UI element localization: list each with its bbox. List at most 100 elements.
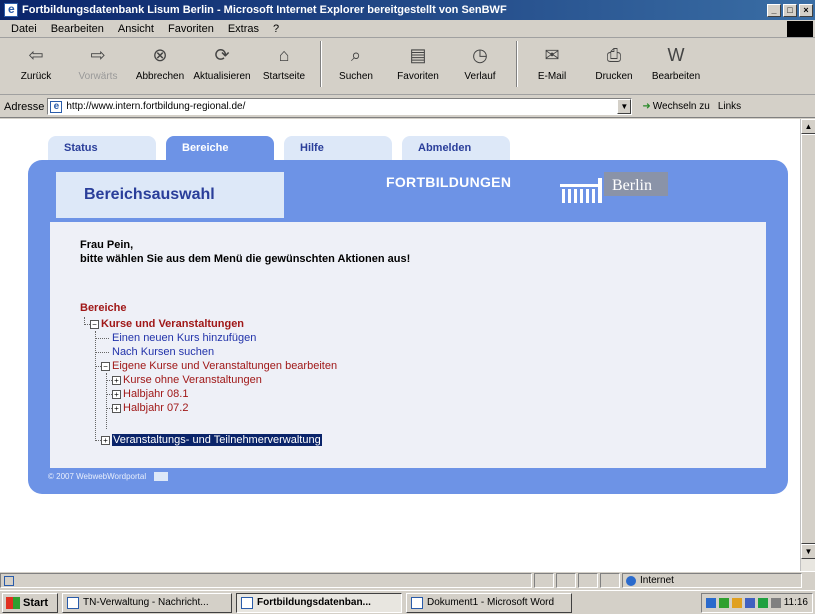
menu-bearbeiten[interactable]: Bearbeiten [44, 23, 111, 35]
address-label: Adresse [4, 100, 45, 113]
tree-line [95, 338, 109, 339]
close-button[interactable]: × [799, 3, 813, 17]
greeting-instruction: bitte wählen Sie aus dem Menü die gewüns… [80, 253, 411, 265]
tray-antivirus-icon[interactable] [718, 597, 729, 608]
taskbar-item-outlook[interactable]: TN-Verwaltung - Nachricht... [62, 592, 232, 613]
expand-icon[interactable]: + [101, 436, 110, 445]
tree-item-participant-admin[interactable]: + Veranstaltungs- und Teilnehmerverwaltun… [101, 433, 322, 447]
tab-bereiche[interactable]: Bereiche [166, 136, 274, 160]
tree-item-add-course[interactable]: Einen neuen Kurs hinzufügen [112, 331, 256, 345]
tree-link[interactable]: Nach Kursen suchen [112, 346, 214, 358]
address-dropdown-icon[interactable]: ▼ [617, 99, 632, 114]
tree-item-kurse[interactable]: − Kurse und Veranstaltungen [90, 317, 244, 331]
history-button[interactable]: ◷ Verlauf [450, 41, 510, 83]
expand-icon[interactable]: + [112, 390, 121, 399]
taskbar: Start TN-Verwaltung - Nachricht... Fortb… [0, 590, 815, 614]
page-title: Bereichsauswahl [56, 172, 284, 218]
expand-icon[interactable]: + [112, 376, 121, 385]
window-titlebar[interactable]: Fortbildungsdatenbank Lisum Berlin - Mic… [0, 0, 815, 20]
taskbar-item-ie[interactable]: Fortbildungsdatenban... [236, 592, 402, 613]
back-button[interactable]: ⇦ Zurück [6, 41, 66, 83]
print-label: Drucken [595, 71, 633, 82]
menu-help[interactable]: ? [266, 23, 286, 35]
page-icon: e [50, 100, 63, 113]
scroll-thumb[interactable] [801, 134, 815, 544]
forward-button[interactable]: ⇨ Vorwärts [68, 41, 128, 83]
edit-button[interactable]: W Bearbeiten [646, 41, 706, 83]
links-button[interactable]: Links [718, 101, 741, 112]
tray-app-icon[interactable] [731, 597, 742, 608]
status-message [0, 573, 532, 588]
home-button[interactable]: ⌂ Startseite [254, 41, 314, 83]
tree-line [95, 331, 96, 441]
word-edit-icon: W [667, 44, 685, 65]
toolbar-separator [320, 41, 322, 87]
start-button[interactable]: Start [2, 592, 58, 613]
tree-item-own-courses[interactable]: − Eigene Kurse und Veranstaltungen bearbe… [101, 359, 337, 373]
refresh-label: Aktualisieren [193, 71, 251, 82]
address-input[interactable]: e http://www.intern.fortbildung-regional… [47, 98, 633, 115]
stop-button[interactable]: ⊗ Abbrechen [130, 41, 190, 83]
menu-favoriten[interactable]: Favoriten [161, 23, 221, 35]
tray-monitor-icon[interactable] [744, 597, 755, 608]
collapse-icon[interactable]: − [90, 320, 99, 329]
tray-status-icon[interactable] [757, 597, 768, 608]
refresh-icon: ⟳ [214, 44, 230, 65]
favorites-icon: ▤ [409, 44, 427, 65]
main-panel: Bereichsauswahl FORTBILDUNGEN Berlin Fra… [28, 160, 788, 494]
expand-icon[interactable]: + [112, 404, 121, 413]
tree-item-halbjahr-08-1[interactable]: + Halbjahr 08.1 [112, 387, 188, 401]
page-icon [4, 575, 14, 586]
status-cell [534, 573, 554, 588]
start-label: Start [23, 596, 49, 609]
print-button[interactable]: ⎙ Drucken [584, 41, 644, 83]
menubar: Datei Bearbeiten Ansicht Favoriten Extra… [0, 20, 815, 38]
copyright: © 2007 WebwebWordportal [48, 472, 147, 481]
tray-network-icon[interactable] [705, 597, 716, 608]
search-label: Suchen [339, 71, 373, 82]
vertical-scrollbar[interactable]: ▲ ▼ [800, 119, 815, 571]
address-url: http://www.intern.fortbildung-regional.d… [66, 101, 246, 112]
search-button[interactable]: ⌕ Suchen [326, 41, 386, 83]
menu-extras[interactable]: Extras [221, 23, 266, 35]
minimize-button[interactable]: _ [767, 3, 781, 17]
history-label: Verlauf [464, 71, 496, 82]
tab-abmelden[interactable]: Abmelden [402, 136, 510, 160]
tab-hilfe[interactable]: Hilfe [284, 136, 392, 160]
toolbar-separator [516, 41, 518, 87]
tree-item-halbjahr-07-2[interactable]: + Halbjahr 07.2 [112, 401, 188, 415]
system-tray: 11:16 [700, 592, 813, 613]
scroll-down-icon[interactable]: ▼ [801, 544, 815, 559]
address-bar: Adresse e http://www.intern.fortbildung-… [0, 96, 815, 118]
menu-datei[interactable]: Datei [4, 23, 44, 35]
favorites-label: Favoriten [397, 71, 439, 82]
menu-ansicht[interactable]: Ansicht [111, 23, 161, 35]
status-cell [578, 573, 598, 588]
tree-link[interactable]: Einen neuen Kurs hinzufügen [112, 332, 256, 344]
tree-line [106, 373, 107, 429]
globe-icon [626, 575, 636, 586]
collapse-icon[interactable]: − [101, 362, 110, 371]
mail-icon: ✉ [544, 44, 560, 65]
tab-status[interactable]: Status [48, 136, 156, 160]
tree-item-no-events[interactable]: + Kurse ohne Veranstaltungen [112, 373, 262, 387]
tree-item-search-course[interactable]: Nach Kursen suchen [112, 345, 214, 359]
maximize-button[interactable]: □ [783, 3, 797, 17]
scroll-up-icon[interactable]: ▲ [801, 119, 815, 134]
home-label: Startseite [262, 71, 306, 82]
page-footer: © 2007 WebwebWordportal [48, 472, 169, 481]
go-button[interactable]: ➜ Wechseln zu [642, 101, 709, 112]
clock: 11:16 [783, 597, 808, 608]
toolbar: ⇦ Zurück ⇨ Vorwärts ⊗ Abbrechen ⟳ Aktual… [0, 39, 815, 95]
statusbar: Internet [0, 571, 815, 589]
favorites-button[interactable]: ▤ Favoriten [388, 41, 448, 83]
mail-button[interactable]: ✉ E-Mail [522, 41, 582, 83]
mail-icon[interactable] [154, 472, 169, 481]
tray-speaker-icon[interactable] [770, 597, 781, 608]
taskbar-item-word[interactable]: Dokument1 - Microsoft Word [406, 592, 572, 613]
stop-icon: ⊗ [152, 44, 168, 65]
refresh-button[interactable]: ⟳ Aktualisieren [192, 41, 252, 83]
greeting: Frau Pein, bitte wählen Sie aus dem Menü… [80, 238, 410, 266]
tree-label: Halbjahr 07.2 [123, 402, 189, 414]
forward-label: Vorwärts [78, 71, 118, 82]
